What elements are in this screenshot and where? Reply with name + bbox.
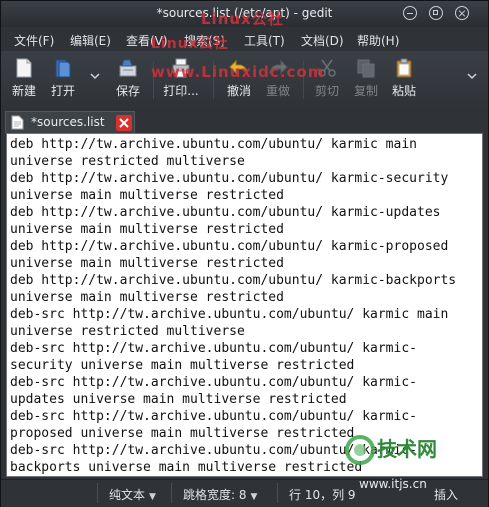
- save-button[interactable]: 保存: [108, 57, 148, 99]
- status-separator: [277, 483, 278, 503]
- text-line[interactable]: deb http://tw.archive.ubuntu.com/ubuntu/…: [10, 204, 456, 221]
- paste-button[interactable]: 粘贴: [384, 57, 424, 99]
- text-line[interactable]: deb-src http://tw.archive.ubuntu.com/ubu…: [10, 408, 456, 425]
- text-line[interactable]: universe restricted multiverse: [10, 153, 456, 170]
- text-line[interactable]: deb http://tw.archive.ubuntu.com/ubuntu/…: [10, 272, 456, 289]
- open-button[interactable]: 打开: [43, 57, 83, 99]
- tab-bar: *sources.list: [1, 109, 488, 133]
- tab-width-selector[interactable]: 跳格宽度: 8 ▼: [183, 486, 257, 503]
- paste-label: 粘贴: [391, 84, 416, 98]
- cut-label: 剪切: [314, 84, 339, 98]
- copy-icon: [357, 59, 375, 78]
- tab-label: *sources.list: [31, 115, 105, 129]
- tab-width-label: 跳格宽度: 8: [183, 488, 247, 502]
- site-logo: 技术网 www.itjs.cn: [345, 433, 465, 503]
- text-line[interactable]: deb http://tw.archive.ubuntu.com/ubuntu/…: [10, 238, 456, 255]
- chevron-down-icon: ▼: [250, 492, 258, 502]
- open-folder-icon: [55, 59, 71, 78]
- copy-label: 复制: [353, 84, 378, 98]
- watermark-url: www.Linuxidc.com: [151, 63, 325, 81]
- text-line[interactable]: universe main multiverse restricted: [10, 255, 456, 272]
- watermark-text: Linux公社: [201, 10, 284, 28]
- new-label: 新建: [11, 84, 36, 98]
- brand-name: 技术网: [377, 437, 437, 461]
- text-line[interactable]: deb-src http://tw.archive.ubuntu.com/ubu…: [10, 374, 456, 391]
- new-button[interactable]: 新建: [4, 57, 44, 99]
- chevron-down-icon: ▼: [149, 492, 156, 502]
- tab-sources-list[interactable]: *sources.list: [5, 111, 135, 133]
- menu-tools[interactable]: 工具(T): [244, 32, 285, 49]
- status-separator: [97, 483, 98, 503]
- toolbar-overflow-chevron-icon[interactable]: [467, 71, 477, 81]
- copy-button[interactable]: 复制: [346, 57, 386, 99]
- close-tab-icon[interactable]: [116, 115, 132, 131]
- brand-url: www.itjs.cn: [359, 477, 427, 491]
- text-line[interactable]: universe main multiverse restricted: [10, 221, 456, 238]
- logo-swirl-icon: [345, 435, 375, 465]
- open-label: 打开: [50, 84, 75, 98]
- menu-help[interactable]: 帮助(H): [357, 32, 399, 49]
- text-line[interactable]: deb http://tw.archive.ubuntu.com/ubuntu/…: [10, 136, 456, 153]
- text-line[interactable]: universe main multiverse restricted: [10, 289, 456, 306]
- watermark-text: Linux公社: [151, 36, 229, 52]
- undo-label: 撤消: [226, 84, 251, 98]
- minimize-button[interactable]: [403, 6, 417, 20]
- text-line[interactable]: deb http://tw.archive.ubuntu.com/ubuntu/…: [10, 170, 456, 187]
- open-recent-chevron-icon[interactable]: [90, 71, 100, 81]
- text-line[interactable]: deb-src http://tw.archive.ubuntu.com/ubu…: [10, 306, 456, 323]
- new-document-icon: [16, 58, 32, 78]
- print-label: 打印...: [163, 84, 199, 98]
- text-editor[interactable]: deb http://tw.archive.ubuntu.com/ubuntu/…: [6, 133, 483, 477]
- menu-edit[interactable]: 编辑(E): [70, 32, 111, 49]
- menu-file[interactable]: 文件(F): [14, 32, 54, 49]
- maximize-button[interactable]: [429, 6, 443, 20]
- text-line[interactable]: deb-src http://tw.archive.ubuntu.com/ubu…: [10, 340, 456, 357]
- status-separator: [171, 483, 172, 503]
- save-label: 保存: [115, 84, 140, 98]
- text-line[interactable]: universe main multiverse restricted: [10, 187, 456, 204]
- text-line[interactable]: security universe main multiverse restri…: [10, 357, 456, 374]
- menu-bar: 文件(F) 编辑(E) 查看(V) 搜索(S) 工具(T) 文档(D) 帮助(H…: [1, 27, 488, 51]
- save-icon: [119, 59, 137, 77]
- redo-label: 重做: [265, 84, 290, 98]
- close-window-button[interactable]: [455, 6, 469, 20]
- gedit-window: *sources.list (/etc/apt) - gedit 文件(F) 编…: [0, 0, 489, 507]
- clipboard-paste-icon: [396, 58, 412, 78]
- language-label: 纯文本: [109, 488, 146, 502]
- language-selector[interactable]: 纯文本 ▼: [109, 486, 156, 503]
- document-icon: [11, 115, 24, 130]
- text-line[interactable]: updates universe main multiverse restric…: [10, 391, 456, 408]
- menu-documents[interactable]: 文档(D): [301, 32, 344, 49]
- text-line[interactable]: universe restricted multiverse: [10, 323, 456, 340]
- editor-content[interactable]: deb http://tw.archive.ubuntu.com/ubuntu/…: [10, 136, 456, 476]
